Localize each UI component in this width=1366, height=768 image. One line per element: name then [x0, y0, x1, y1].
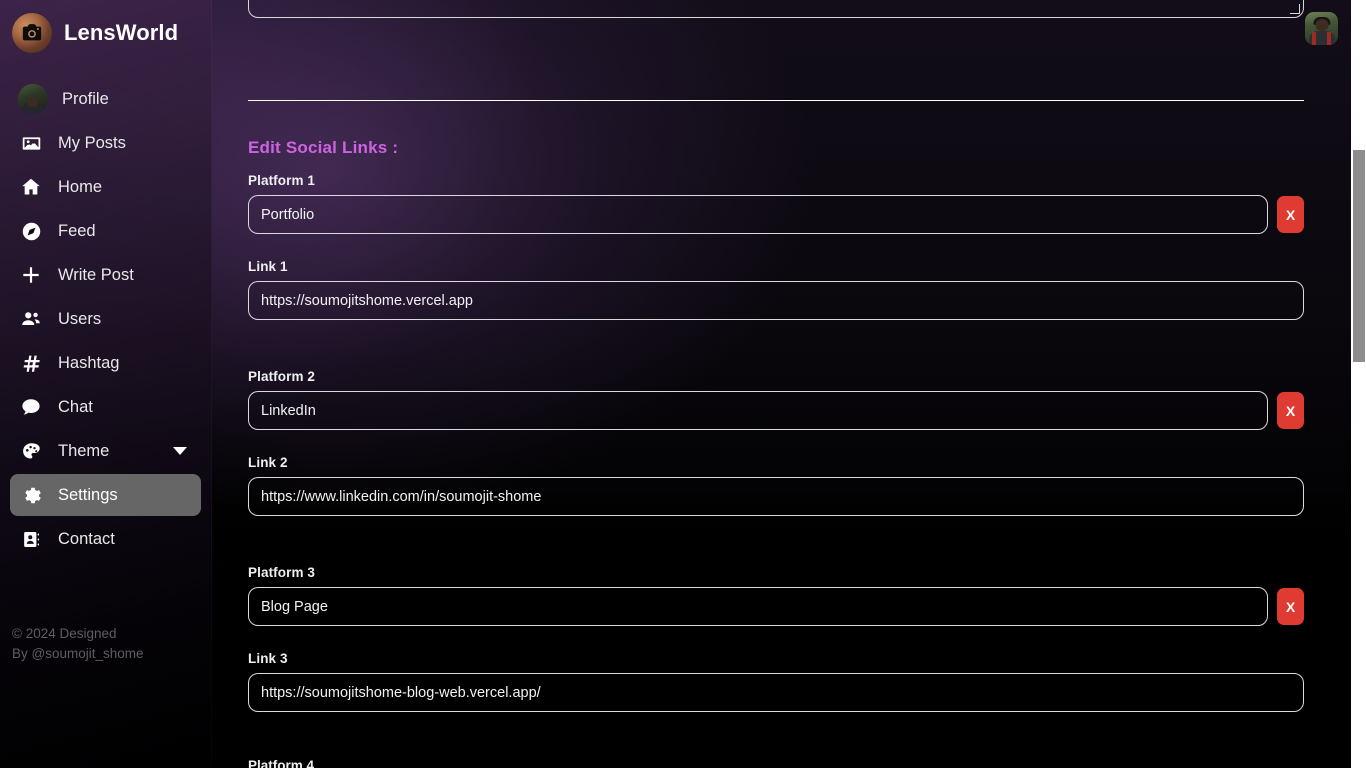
avatar-strap-left — [1312, 32, 1316, 45]
sidebar-item-my-posts[interactable]: My Posts — [10, 122, 201, 164]
sidebar-item-label: Theme — [58, 441, 110, 460]
sidebar-item-contact[interactable]: Contact — [10, 518, 201, 560]
sidebar-item-home[interactable]: Home — [10, 166, 201, 208]
delete-social-link-button-1[interactable]: X — [1277, 196, 1304, 233]
users-icon — [18, 306, 44, 332]
social-link-url-group-1: Link 1 — [248, 259, 1304, 320]
delete-social-link-button-2[interactable]: X — [1277, 392, 1304, 429]
sidebar-item-label: Hashtag — [58, 353, 120, 372]
plus-icon — [18, 262, 44, 288]
sidebar-item-settings[interactable]: Settings — [10, 474, 201, 516]
section-divider — [248, 100, 1304, 101]
hashtag-icon — [18, 350, 44, 376]
link-input-row-2 — [248, 477, 1304, 516]
social-link-url-group-2: Link 2 — [248, 455, 1304, 516]
sidebar-item-users[interactable]: Users — [10, 298, 201, 340]
social-link-url-group-3: Link 3 — [248, 651, 1304, 712]
platform-label-2: Platform 2 — [248, 369, 316, 384]
sidebar-item-feed[interactable]: Feed — [10, 210, 201, 252]
compass-icon — [18, 218, 44, 244]
camera-icon — [12, 13, 52, 53]
platform-input-2[interactable] — [248, 391, 1269, 430]
sidebar-item-write-post[interactable]: Write Post — [10, 254, 201, 296]
sidebar-item-label: My Posts — [58, 133, 126, 152]
social-link-group-3: Platform 3 X — [248, 565, 1304, 626]
contact-card-icon — [18, 526, 44, 552]
sidebar-item-hashtag[interactable]: Hashtag — [10, 342, 201, 384]
sidebar-footer-line2: By @soumojit_shome — [12, 646, 144, 661]
textarea-resize-handle[interactable] — [1289, 3, 1301, 15]
sidebar-item-chat[interactable]: Chat — [10, 386, 201, 428]
platform-input-3[interactable] — [248, 587, 1269, 626]
delete-social-link-button-3[interactable]: X — [1277, 588, 1304, 625]
platform-input-row-1: X — [248, 195, 1304, 234]
brand[interactable]: LensWorld — [0, 0, 211, 56]
avatar-face — [1315, 19, 1328, 32]
palette-icon — [18, 438, 44, 464]
sidebar-item-theme[interactable]: Theme — [10, 430, 201, 472]
platform-label-4: Platform 4 — [248, 758, 315, 768]
sidebar-item-label: Settings — [58, 485, 118, 504]
user-avatar-icon — [18, 84, 48, 114]
link-input-row-1 — [248, 281, 1304, 320]
app-root: LensWorld Profile My Posts Home Feed Wri… — [0, 0, 1366, 768]
social-link-group-1: Platform 1 X — [248, 173, 1304, 234]
sidebar-item-label: Users — [58, 309, 102, 328]
sidebar-item-label: Chat — [58, 397, 93, 416]
sidebar: LensWorld Profile My Posts Home Feed Wri… — [0, 0, 212, 768]
page-title: Edit Social Links : — [248, 138, 399, 157]
sidebar-item-label: Profile — [62, 89, 109, 108]
sidebar-item-label: Write Post — [58, 265, 134, 284]
link-input-3[interactable] — [248, 673, 1304, 712]
sidebar-footer-line1: © 2024 Designed — [12, 626, 117, 641]
link-label-3: Link 3 — [248, 651, 288, 666]
image-icon — [18, 130, 44, 156]
sidebar-item-label: Feed — [58, 221, 96, 240]
chat-bubble-icon — [18, 394, 44, 420]
scrollbar[interactable] — [1351, 0, 1366, 768]
main-content: Edit Social Links : Platform 1 X Link 1 … — [212, 0, 1360, 768]
link-input-1[interactable] — [248, 281, 1304, 320]
bio-textarea[interactable] — [248, 0, 1304, 18]
platform-input-1[interactable] — [248, 195, 1269, 234]
chevron-down-icon[interactable] — [173, 447, 187, 455]
platform-input-row-2: X — [248, 391, 1304, 430]
avatar[interactable] — [1305, 12, 1338, 45]
brand-name: LensWorld — [64, 20, 179, 45]
link-label-2: Link 2 — [248, 455, 288, 470]
avatar-strap-right — [1327, 32, 1331, 45]
social-link-group-2: Platform 2 X — [248, 369, 1304, 430]
platform-label-1: Platform 1 — [248, 173, 316, 188]
link-label-1: Link 1 — [248, 259, 288, 274]
scrollbar-thumb[interactable] — [1353, 150, 1365, 362]
link-input-row-3 — [248, 673, 1304, 712]
sidebar-item-label: Home — [58, 177, 103, 196]
link-input-2[interactable] — [248, 477, 1304, 516]
home-icon — [18, 174, 44, 200]
sidebar-footer: © 2024 Designed By @soumojit_shome — [12, 624, 192, 664]
sidebar-item-profile[interactable]: Profile — [10, 78, 201, 120]
sidebar-item-label: Contact — [58, 529, 115, 548]
platform-label-3: Platform 3 — [248, 565, 316, 580]
platform-input-row-3: X — [248, 587, 1304, 626]
sidebar-nav: Profile My Posts Home Feed Write Post Us… — [0, 78, 211, 560]
gear-icon — [18, 482, 44, 508]
